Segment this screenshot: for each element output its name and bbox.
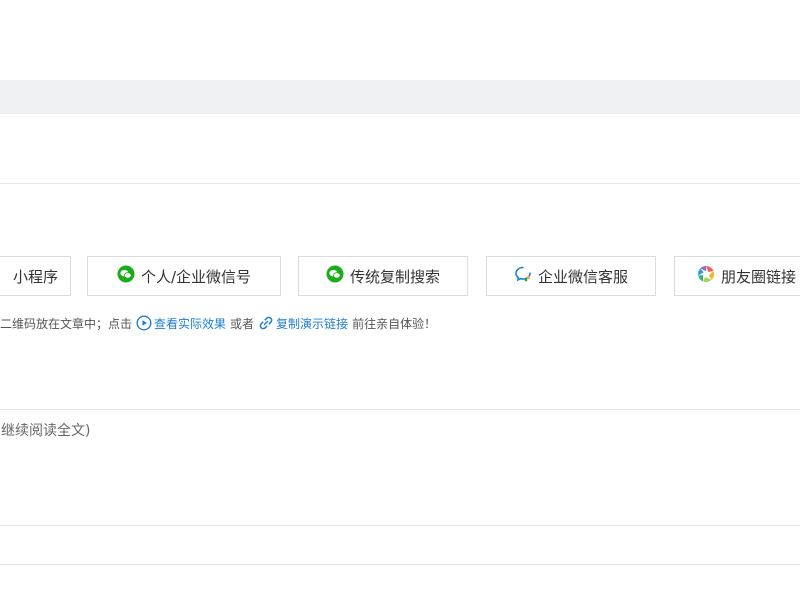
content-area[interactable] [0,450,800,526]
tab-mini-program[interactable]: 小程序 [0,256,71,296]
moments-aperture-icon [697,265,715,287]
play-circle-icon [136,315,152,331]
hint-suffix: 前往亲自体验！ [352,316,437,331]
view-effect-label: 查看实际效果 [154,316,227,331]
tab-traditional-copy-search[interactable]: 传统复制搜索 [298,256,468,296]
read-more-field[interactable]: 继续阅读全文) [0,409,800,451]
hint-text: 二维码放在文章中；点击 查看实际效果 或者 复制演示链接 前往亲自体验！ [0,312,800,334]
copy-demo-label: 复制演示链接 [276,316,349,331]
wechat-icon [326,265,344,287]
chat-bubble-icon [514,265,532,287]
tab-label: 企业微信客服 [537,267,628,286]
channel-tabs: 小程序 个人/企业微信号 传统复制搜索 企业微信客服 朋友圈链接 [0,256,800,296]
hint-or: 或者 [230,316,255,331]
link-icon [258,315,274,331]
section-divider [0,183,800,184]
hint-prefix: 二维码放在文章中；点击 [0,316,133,331]
tab-label: 小程序 [12,267,58,286]
tab-enterprise-wechat-service[interactable]: 企业微信客服 [486,256,656,296]
tab-label: 朋友圈链接 [721,267,797,286]
page: 小程序 个人/企业微信号 传统复制搜索 企业微信客服 朋友圈链接 二维码放在文章… [0,0,800,600]
tab-label: 传统复制搜索 [349,267,440,286]
read-more-text: 继续阅读全文) [1,423,91,439]
tab-moments-link[interactable]: 朋友圈链接 [674,256,800,296]
view-effect-link[interactable]: 查看实际效果 [136,315,226,332]
footer-field[interactable] [0,525,800,565]
tab-label: 个人/企业微信号 [140,267,252,286]
wechat-icon [117,265,135,287]
copy-demo-link[interactable]: 复制演示链接 [258,315,348,332]
header-band [0,80,800,114]
tab-personal-enterprise-wechat[interactable]: 个人/企业微信号 [87,256,281,296]
